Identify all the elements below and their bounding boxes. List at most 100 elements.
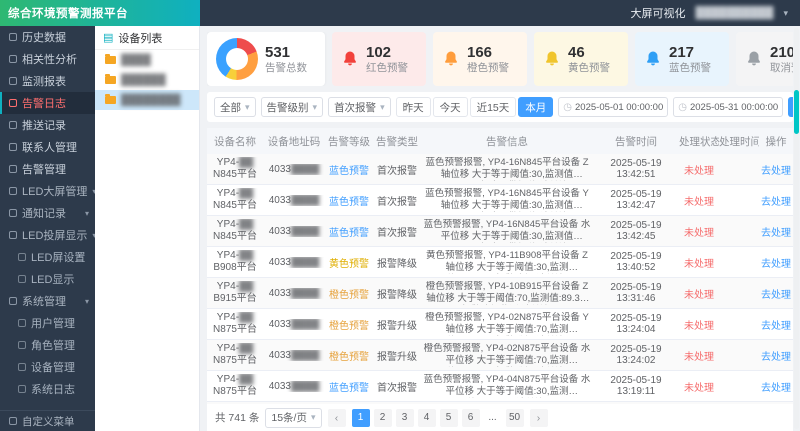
table-row: YP4-██B908平台 4033████ 黄色预警 报警降级 黄色预警报警, … [207,247,793,278]
page-number-button[interactable]: 4 [417,408,436,427]
handle-link[interactable]: 去处理 [759,379,793,394]
end-date-input[interactable]: ◷ 2025-05-31 00:00:00 [673,97,784,117]
folder-icon [105,94,116,104]
top-header: 综合环境预警测报平台 大屏可视化 ██████████ ▾ [0,0,800,26]
sidebar-item[interactable]: 系统管理 ▾ [0,290,95,312]
cell-status: 未处理 [684,289,714,301]
alert-level-value: 210 [770,43,793,61]
sidebar-item[interactable]: 告警日志 ▾ [0,92,95,114]
page-number-button[interactable]: 2 [373,408,392,427]
alert-level-select[interactable]: 告警级别 ▾ [260,97,324,117]
cell-status: 未处理 [684,165,714,177]
page-size-value: 15条/页 [271,412,307,424]
table-row: YP4-██N845平台 4033████ 蓝色预警 首次报警 蓝色预警报警, … [207,154,793,185]
scrollbar-thumb[interactable] [794,90,799,134]
sidebar-item[interactable]: LED大屏管理 ▾ [0,180,95,202]
header-right: 大屏可视化 ██████████ ▾ [631,5,800,21]
table-column-header: 告警时间 [615,135,657,148]
sidebar-item[interactable]: LED投屏显示 ▾ [0,224,95,246]
handle-link[interactable]: 去处理 [759,317,793,332]
sidebar-item[interactable]: 历史数据 ▾ [0,26,95,48]
table-row: YP4-██N875平台 4033████ 蓝色预警 首次报警 蓝色预警报警, … [207,371,793,402]
handle-link[interactable]: 去处理 [759,224,793,239]
menu-icon [18,275,26,283]
sidebar-item[interactable]: 用户管理 ▾ [0,312,95,334]
sidebar-item[interactable]: LED屏设置 ▾ [0,246,95,268]
cell-alert-time: 2025-05-19 13:24:02 [610,344,662,366]
device-tree-item[interactable]: ████████ [95,90,199,110]
handle-link[interactable]: 去处理 [759,348,793,363]
cell-alert-level: 蓝色预警 [329,382,369,394]
alert-type-select[interactable]: 首次报警 ▾ [328,97,391,117]
page-number-button[interactable]: ... [484,409,502,427]
cell-alert-info: 蓝色预警报警, YP4-04N875平台设备 水平位移 大于等于阈值:30,监测… [423,373,591,397]
app-title: 综合环境预警测报平台 [0,0,200,26]
sidebar-footer-custom-menu[interactable]: 自定义菜单 [0,410,95,431]
cell-alert-level: 橙色预警 [329,320,369,332]
redacted-text: ██ [239,311,254,323]
device-tree-item[interactable]: ██████ [95,70,199,90]
sidebar-item-label: 系统管理 [22,296,66,308]
cell-device-code: 4033████ [268,225,320,237]
quick-range-button[interactable]: 近15天 [469,97,517,117]
menu-icon [9,143,17,151]
handle-link[interactable]: 去处理 [759,162,793,177]
scrollbar-track[interactable] [794,28,799,429]
quick-range-button[interactable]: 本月 [518,97,554,117]
page-size-select[interactable]: 15条/页 ▾ [265,407,322,428]
sidebar-item[interactable]: 相关性分析 ▾ [0,48,95,70]
clock-icon: ◷ [563,101,573,113]
sidebar-item[interactable]: 角色管理 ▾ [0,334,95,356]
page-number-button[interactable]: 5 [439,408,458,427]
sidebar-item[interactable]: 通知记录 ▾ [0,202,95,224]
menu-icon [18,253,26,261]
handle-link[interactable]: 去处理 [759,255,793,270]
handle-link[interactable]: 去处理 [759,286,793,301]
alert-type-select-value: 首次报警 [334,101,377,114]
sidebar-item[interactable]: 系统日志 ▾ [0,378,95,400]
prev-page-button[interactable]: ‹ [327,408,346,427]
table-column-header: 告警等级 [328,135,370,148]
search-button[interactable]: 查询 [788,97,793,117]
sidebar-item[interactable]: 设备管理 ▾ [0,356,95,378]
cell-alert-info: 黄色预警报警, YP4-11B908平台设备 Z轴位移 大于等于阈值:30,监测… [426,249,588,273]
username[interactable]: ██████████ [696,7,774,19]
sidebar-item-label: LED显示 [31,274,75,286]
next-page-button[interactable]: › [529,408,548,427]
menu-icon [18,363,26,371]
quick-range-button[interactable]: 今天 [432,97,468,117]
sidebar-item-label: LED大屏管理 [22,186,88,198]
cell-device-code: 4033████ [268,318,320,330]
redacted-text: ████ [290,163,320,175]
sidebar-item[interactable]: 联系人管理 ▾ [0,136,95,158]
device-tree-item[interactable]: ████ [95,50,199,70]
page-number-button[interactable]: 6 [461,408,480,427]
folder-icon [105,54,116,64]
big-screen-link[interactable]: 大屏可视化 [631,5,686,21]
start-date-input[interactable]: ◷ 2025-05-01 00:00:00 [558,97,669,117]
cell-alert-info: 蓝色预警报警, YP4-16N845平台设备 Z轴位移 大于等于阈值:30,监测… [425,156,589,180]
app-window: 综合环境预警测报平台 大屏可视化 ██████████ ▾ 历史数据 ▾ 相关性… [0,0,800,431]
sidebar-item[interactable]: LED显示 ▾ [0,268,95,290]
quick-range-button[interactable]: 昨天 [395,97,431,117]
sidebar-item[interactable]: 推送记录 ▾ [0,114,95,136]
cell-device-name: YP4-██N875平台 [213,311,257,336]
page-number-button[interactable]: 3 [395,408,414,427]
cell-alert-time: 2025-05-19 13:42:47 [610,189,662,211]
sidebar-item[interactable]: 告警管理 ▾ [0,158,95,180]
cell-status: 未处理 [684,227,714,239]
handle-link[interactable]: 去处理 [759,193,793,208]
table-row: YP4-██N875平台 4033████ 橙色预警 报警升级 橙色预警报警, … [207,340,793,371]
page-number-button[interactable]: 50 [505,408,524,427]
cell-alert-level: 橙色预警 [329,351,369,363]
chevron-down-icon: ▾ [245,101,250,112]
page-number-button[interactable]: 1 [351,408,370,427]
menu-icon [9,187,17,195]
cell-status: 未处理 [684,196,714,208]
cell-alert-type: 报警升级 [377,320,417,332]
device-filter-select[interactable]: 全部 ▾ [214,97,256,117]
menu-icon [18,385,26,393]
sidebar-item[interactable]: 监测报表 ▾ [0,70,95,92]
chevron-down-icon: ▾ [84,296,89,306]
cell-device-name: YP4-██B915平台 [213,280,257,305]
